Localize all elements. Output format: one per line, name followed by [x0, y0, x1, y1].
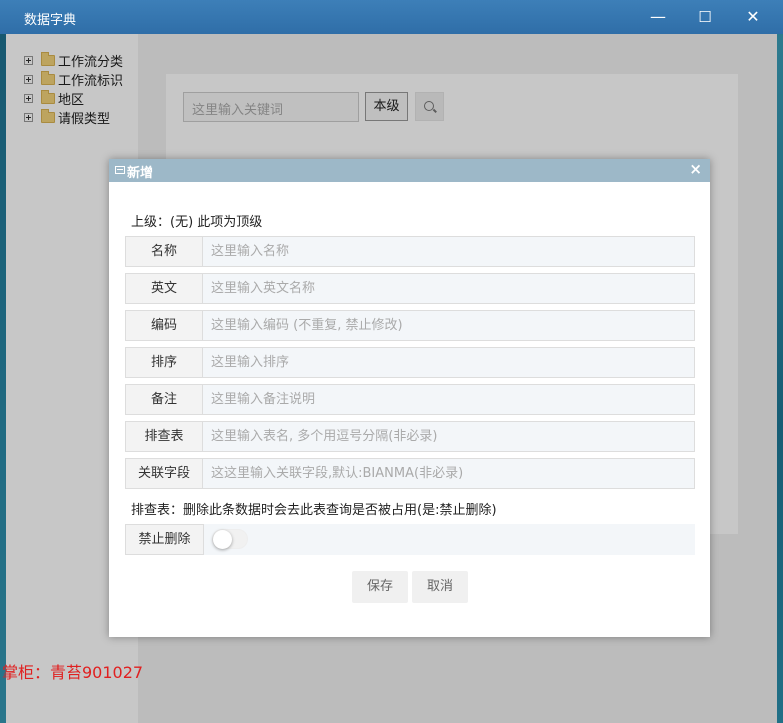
watermark-text: 掌柜：青苔901027	[2, 663, 144, 682]
maximize-icon[interactable]: ☐	[693, 6, 717, 28]
remark-row: 备注 这里输入备注说明	[125, 384, 695, 415]
related-field-input[interactable]: 这这里输入关联字段,默认:BIANMA(非必录)	[203, 458, 695, 489]
related-field-row: 关联字段 这这里输入关联字段,默认:BIANMA(非必录)	[125, 458, 695, 489]
field-label: 名称	[125, 236, 203, 267]
window-titlebar: 数据字典 — ☐ ✕	[0, 0, 783, 34]
toggle-knob	[213, 530, 232, 549]
dialog-close-icon[interactable]: ×	[689, 160, 702, 178]
name-input[interactable]: 这里输入名称	[203, 236, 695, 267]
window-title: 数据字典	[24, 13, 77, 28]
window-icon	[115, 166, 125, 174]
dialog-title: 新增	[127, 166, 154, 181]
field-label: 备注	[125, 384, 203, 415]
field-label: 编码	[125, 310, 203, 341]
code-row: 编码 这里输入编码 (不重复, 禁止修改)	[125, 310, 695, 341]
forbid-delete-toggle[interactable]	[212, 529, 248, 549]
field-label: 排序	[125, 347, 203, 378]
code-input[interactable]: 这里输入编码 (不重复, 禁止修改)	[203, 310, 695, 341]
check-table-hint: 排查表：删除此条数据时会去此表查询是否被占用(是:禁止删除)	[131, 503, 497, 518]
parent-info: 上级：(无) 此项为顶级	[131, 215, 263, 230]
order-row: 排序 这里输入排序	[125, 347, 695, 378]
english-row: 英文 这里输入英文名称	[125, 273, 695, 304]
field-label: 英文	[125, 273, 203, 304]
field-label: 排查表	[125, 421, 203, 452]
forbid-delete-row: 禁止删除	[125, 524, 695, 555]
field-label: 关联字段	[125, 458, 203, 489]
order-input[interactable]: 这里输入排序	[203, 347, 695, 378]
dialog-header: 新增 ×	[109, 159, 710, 182]
save-button[interactable]: 保存	[352, 571, 408, 603]
check-table-row: 排查表 这里输入表名, 多个用逗号分隔(非必录)	[125, 421, 695, 452]
minimize-icon[interactable]: —	[646, 6, 670, 28]
check-table-input[interactable]: 这里输入表名, 多个用逗号分隔(非必录)	[203, 421, 695, 452]
remark-input[interactable]: 这里输入备注说明	[203, 384, 695, 415]
close-icon[interactable]: ✕	[741, 6, 765, 28]
cancel-button[interactable]: 取消	[412, 571, 468, 603]
add-dialog: 新增 × 上级：(无) 此项为顶级 名称 这里输入名称 英文 这里输入英文名称 …	[109, 159, 710, 637]
name-row: 名称 这里输入名称	[125, 236, 695, 267]
english-input[interactable]: 这里输入英文名称	[203, 273, 695, 304]
field-label: 禁止删除	[125, 524, 204, 555]
